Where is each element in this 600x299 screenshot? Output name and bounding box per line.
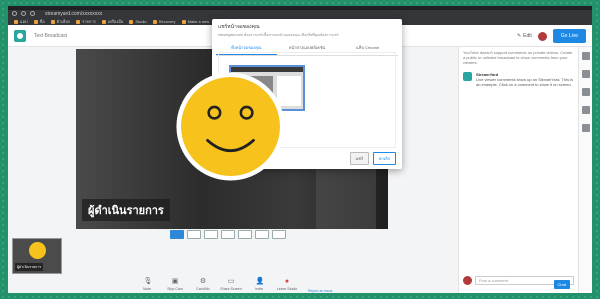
bookmark-item[interactable]: ตัวเลือก (50, 18, 71, 25)
bookmark-item[interactable]: ชื่อ (33, 18, 45, 25)
comments-notice: YouTube doesn't support comments on priv… (463, 50, 573, 65)
bookmark-icon (152, 19, 157, 24)
dialog-title: แชร์หน้าจอของคุณ (218, 24, 260, 30)
smiley-sticker-icon (176, 72, 285, 181)
screen: streamyard.com/xxxxxxxx แอป ชื่อ ตัวเลือก ร… (8, 6, 592, 293)
comment-avatar (463, 72, 472, 81)
dialog-subtitle: streamyard.com ต้องการแชร์เนื้อหาบนหน้าจ… (218, 33, 339, 37)
comments-icon[interactable] (581, 52, 590, 60)
screen-icon: ▭ (227, 278, 235, 285)
edit-label: Edit (523, 33, 532, 39)
gear-icon: ⚙ (199, 278, 207, 285)
back-icon[interactable] (12, 11, 17, 16)
side-icon-strip (578, 47, 592, 293)
toolbar-button[interactable]: ▭ Share Screen (220, 278, 242, 291)
comment-text: Live viewer comments show up on StreamYa… (476, 77, 574, 87)
bookmark-item[interactable]: รายการ (76, 18, 96, 25)
address-row: streamyard.com/xxxxxxxx (8, 10, 592, 17)
layout-button[interactable] (221, 230, 235, 239)
go-live-button[interactable]: Go Live (552, 29, 586, 43)
toolbar-button[interactable]: ▣ Stop Cam (166, 278, 184, 291)
participant-thumbnail[interactable]: ผู้ดำเนินรายการ (12, 238, 62, 274)
pencil-icon: ✎ (516, 33, 522, 39)
header-actions: ✎ Edit Go Live (517, 29, 586, 43)
bookmark-label: Recovery (158, 19, 176, 24)
address-bar[interactable]: streamyard.com/xxxxxxxx (45, 11, 102, 17)
bookmark-item[interactable]: แอป (14, 18, 28, 25)
bookmark-icon (50, 19, 55, 24)
participant-name: ผู้ดำเนินรายการ (15, 263, 44, 271)
layout-button[interactable] (272, 230, 286, 239)
brand-icon[interactable] (581, 88, 590, 96)
bookmark-label: ตัวเลือก (56, 19, 71, 24)
bookmark-icon (33, 19, 38, 24)
bookmark-item[interactable]: เครื่องมือ (101, 18, 124, 25)
bookmark-item[interactable]: Recovery (152, 19, 176, 24)
toolbar-button-label: Share Screen (220, 287, 242, 291)
bookmark-label: แอป (20, 19, 28, 24)
mic-icon: 🎙 (143, 278, 153, 285)
report-issue-link[interactable]: Report an issue (308, 289, 333, 293)
layout-button[interactable] (238, 230, 252, 239)
comment-item[interactable]: StreamYard Live viewer comments show up … (459, 68, 578, 91)
edit-button[interactable]: ✎ Edit (517, 33, 532, 39)
dialog-buttons: แชร์ ยกเลิก (349, 152, 396, 165)
bookmark-label: Make a new (187, 19, 210, 24)
toolbar-button-label: Leave Studio (276, 287, 298, 291)
smiley-icon (29, 242, 46, 259)
chat-send-button[interactable]: Chat (553, 280, 570, 289)
bookmark-icon (76, 19, 81, 24)
presenter-name-tag: ผู้ดำเนินรายการ (82, 199, 170, 221)
layout-button[interactable] (204, 230, 218, 239)
bookmark-icon (101, 19, 106, 24)
toolbar-button-label: Invite (254, 287, 264, 291)
toolbar-button[interactable]: 🎙 Mute (138, 278, 156, 291)
chat-icon[interactable] (581, 106, 590, 114)
layout-button[interactable] (170, 230, 184, 239)
bookmark-item[interactable]: Make a new (181, 19, 210, 24)
settings-icon[interactable] (581, 124, 590, 132)
comments-panel: YouTube doesn't support comments on priv… (458, 47, 578, 293)
leave-icon: ● (284, 278, 290, 285)
comment-body: StreamYard Live viewer comments show up … (476, 72, 574, 87)
bookmark-icon (129, 19, 134, 24)
bookmark-label: ชื่อ (39, 19, 45, 24)
bookmark-label: เครื่องมือ (107, 19, 124, 24)
streamyard-logo[interactable] (14, 29, 26, 42)
layout-button[interactable] (187, 230, 201, 239)
layout-button[interactable] (255, 230, 269, 239)
cancel-button[interactable]: ยกเลิก (372, 152, 396, 165)
banners-icon[interactable] (581, 70, 590, 78)
layout-selector (170, 230, 286, 239)
comment-composer: Post a comment Chat (463, 276, 574, 289)
invite-icon: 👤 (255, 278, 265, 285)
toolbar-button[interactable]: ⚙ Cam/Mic (194, 278, 212, 291)
avatar[interactable] (537, 31, 547, 41)
bookmark-item[interactable]: Studio (129, 19, 147, 24)
bookmark-icon (14, 19, 18, 24)
forward-icon[interactable] (21, 11, 26, 16)
bookmark-label: รายการ (82, 19, 96, 24)
bookmark-label: Studio (135, 19, 147, 24)
reload-icon[interactable] (30, 11, 35, 16)
broadcast-title: Test Broadcast (34, 32, 68, 39)
toolbar-button[interactable]: ● Leave Studio (276, 278, 298, 291)
share-button[interactable]: แชร์ (349, 152, 369, 165)
toolbar-button-label: Mute (143, 287, 151, 291)
studio-toolbar: 🎙 Mute ▣ Stop Cam ⚙ Cam/Mic ▭ Share Screen 👤 Invi… (138, 278, 298, 291)
toolbar-button[interactable]: 👤 Invite (250, 278, 268, 291)
bookmark-icon (181, 19, 186, 24)
toolbar-button-label: Stop Cam (167, 287, 183, 291)
avatar (463, 276, 472, 285)
camera-icon: ▣ (171, 278, 179, 285)
toolbar-button-label: Cam/Mic (196, 287, 210, 291)
